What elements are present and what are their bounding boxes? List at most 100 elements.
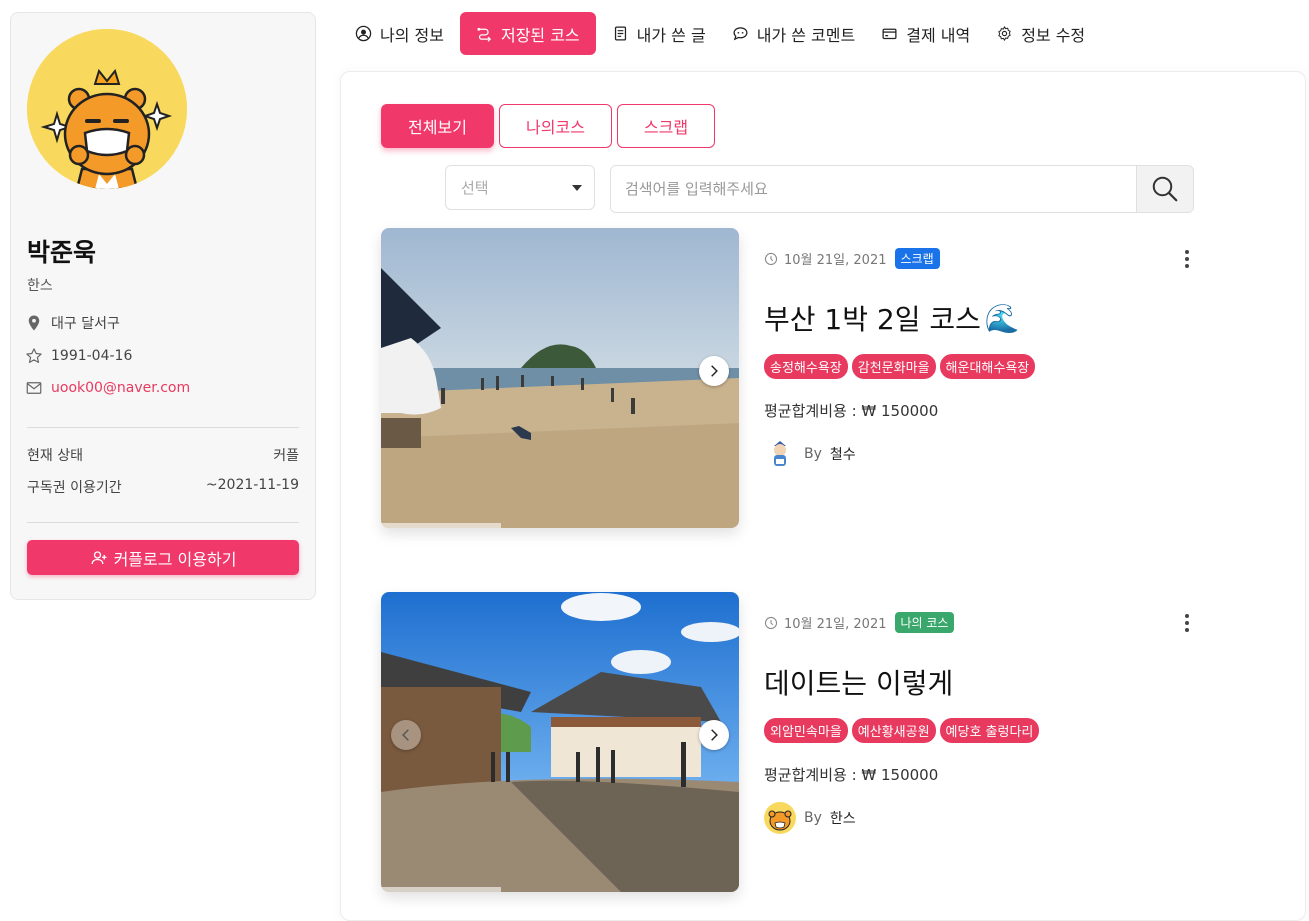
search-bar	[610, 165, 1194, 213]
place-tag[interactable]: 해운대해수욕장	[939, 354, 1036, 379]
author-name[interactable]: 철수	[830, 444, 856, 464]
place-tag[interactable]: 송정해수욕장	[764, 354, 848, 379]
profile-sidebar: 박준욱 한스 대구 달서구 1991-04-16 uook00@naver.co…	[10, 12, 316, 600]
filter-all[interactable]: 전체보기	[381, 104, 494, 148]
scrap-badge: 스크랩	[894, 248, 940, 269]
credit-card-icon	[882, 28, 897, 40]
subscription-row: 구독권 이용기간 ~2021-11-19	[27, 477, 299, 497]
carousel-prev-button[interactable]	[391, 720, 421, 750]
tab-my-info[interactable]: 나의 정보	[345, 12, 454, 55]
tab-edit-info[interactable]: 정보 수정	[986, 12, 1095, 55]
divider	[27, 522, 299, 523]
chevron-left-icon	[402, 729, 409, 741]
couple-log-label: 커플로그 이용하기	[113, 549, 237, 569]
filter-tabs: 전체보기 나의코스 스크랩	[381, 104, 715, 148]
carousel-progress	[381, 887, 501, 892]
beach-photo	[381, 228, 739, 528]
course-cost: 평균합계비용 : ₩ 150000	[764, 766, 939, 784]
tab-label: 나의 정보	[380, 25, 444, 45]
course-title: 데이트는 이렇게	[764, 667, 954, 700]
category-select[interactable]: 선택	[445, 165, 595, 210]
course-meta: 10월 21일, 2021 스크랩	[764, 248, 940, 269]
wave-emoji-icon: 🌊	[984, 301, 1020, 335]
chevron-right-icon	[711, 729, 718, 741]
search-button[interactable]	[1136, 166, 1193, 212]
clock-icon	[764, 616, 778, 629]
search-input[interactable]	[611, 166, 1136, 212]
star-icon	[26, 348, 42, 363]
carousel-progress	[381, 523, 501, 528]
author-name[interactable]: 한스	[830, 808, 856, 828]
tab-my-comments[interactable]: 내가 쓴 코멘트	[722, 12, 866, 55]
location-row: 대구 달서구	[25, 313, 120, 333]
tab-label: 내가 쓴 코멘트	[756, 25, 856, 45]
course-title-row[interactable]: 데이트는 이렇게	[764, 662, 953, 702]
tab-label: 결제 내역	[906, 25, 971, 45]
email-row: uook00@naver.com	[25, 379, 190, 397]
profile-name: 박준욱	[27, 238, 97, 267]
caret-down-icon	[572, 184, 582, 191]
tab-my-posts[interactable]: 내가 쓴 글	[602, 12, 716, 55]
place-tag[interactable]: 감천문화마을	[851, 354, 936, 379]
route-icon	[477, 27, 492, 42]
course-tags: 외암민속마을 예산황새공원 예당호 출렁다리	[764, 718, 1040, 743]
tab-label: 내가 쓴 글	[636, 25, 706, 45]
couple-log-button[interactable]: 커플로그 이용하기	[27, 540, 299, 575]
status-row: 현재 상태 커플	[27, 445, 299, 465]
filter-scrap[interactable]: 스크랩	[617, 104, 715, 148]
place-tag[interactable]: 예산황새공원	[851, 718, 936, 743]
profile-nickname: 한스	[27, 278, 53, 294]
course-date: 10월 21일, 2021	[784, 253, 887, 268]
course-title-row[interactable]: 부산 1박 2일 코스 🌊	[764, 298, 1020, 338]
course-photo-carousel[interactable]	[381, 228, 739, 528]
select-value: 선택	[461, 179, 489, 197]
by-label: By	[804, 810, 822, 826]
birthday-row: 1991-04-16	[25, 347, 132, 365]
hanok-village-photo	[381, 592, 739, 892]
more-options-button[interactable]	[1183, 250, 1191, 268]
course-meta: 10월 21일, 2021 나의 코스	[764, 612, 955, 633]
comment-icon	[733, 27, 748, 41]
profile-avatar	[27, 29, 187, 189]
more-options-button[interactable]	[1183, 614, 1191, 632]
course-photo-carousel[interactable]	[381, 592, 739, 892]
location-text: 대구 달서구	[51, 316, 120, 332]
subscription-label: 구독권 이용기간	[27, 480, 122, 496]
document-icon	[614, 26, 626, 41]
birthday-text: 1991-04-16	[51, 348, 133, 364]
course-card[interactable]: 10월 21일, 2021 스크랩 부산 1박 2일 코스 🌊 송정해수욕장 감…	[381, 228, 1201, 528]
user-circle-icon	[355, 25, 372, 42]
course-card[interactable]: 10월 21일, 2021 나의 코스 데이트는 이렇게 외암민속마을 예산황새…	[381, 592, 1201, 892]
gear-icon	[998, 26, 1011, 41]
status-value: 커플	[273, 448, 299, 464]
carousel-next-button[interactable]	[699, 720, 729, 750]
email-link[interactable]: uook00@naver.com	[51, 380, 190, 396]
tab-payment-history[interactable]: 결제 내역	[871, 12, 980, 55]
place-tag[interactable]: 예당호 출렁다리	[939, 718, 1040, 743]
filter-my-course[interactable]: 나의코스	[499, 104, 612, 148]
saved-courses-panel: 전체보기 나의코스 스크랩 선택 검색어를 입력해주세요 10월 21일, 20…	[340, 71, 1306, 921]
add-user-icon	[91, 550, 107, 564]
carousel-next-button[interactable]	[699, 356, 729, 386]
course-title: 부산 1박 2일 코스	[764, 303, 981, 336]
tab-label: 저장된 코스	[500, 25, 580, 45]
status-label: 현재 상태	[27, 448, 83, 464]
course-tags: 송정해수욕장 감천문화마을 해운대해수욕장	[764, 354, 1036, 379]
subscription-value: ~2021-11-19	[205, 477, 299, 493]
tab-saved-courses[interactable]: 저장된 코스	[459, 12, 596, 55]
chevron-right-icon	[711, 365, 718, 377]
course-cost: 평균합계비용 : ₩ 150000	[764, 402, 939, 420]
search-icon	[1152, 176, 1178, 202]
course-author: By 철수	[764, 438, 856, 470]
location-pin-icon	[28, 315, 40, 331]
by-label: By	[804, 446, 822, 462]
course-author: By 한스	[764, 802, 856, 834]
my-course-badge: 나의 코스	[894, 612, 955, 633]
divider	[27, 427, 299, 428]
tab-label: 정보 수정	[1021, 25, 1086, 45]
course-date: 10월 21일, 2021	[784, 617, 887, 632]
profile-tabs: 나의 정보 저장된 코스 내가 쓴 글 내가 쓴 코멘트 결제 내역 정보 수정	[345, 12, 1101, 55]
author-avatar	[764, 438, 796, 470]
place-tag[interactable]: 외암민속마을	[764, 718, 848, 743]
mail-icon	[26, 382, 42, 394]
